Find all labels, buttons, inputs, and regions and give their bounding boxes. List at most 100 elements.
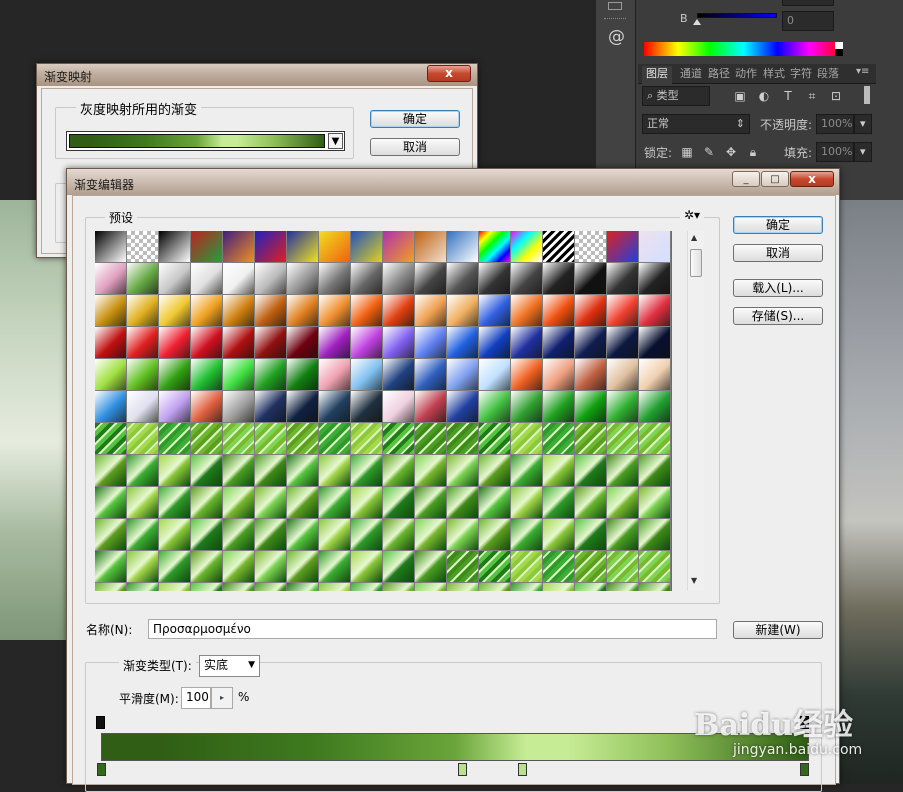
preset-swatch[interactable] [159, 391, 191, 423]
preset-swatch[interactable] [287, 327, 319, 359]
preset-swatch[interactable] [447, 263, 479, 295]
preset-swatch[interactable] [95, 423, 127, 455]
preset-swatch[interactable] [351, 263, 383, 295]
preset-swatch[interactable] [319, 231, 351, 263]
chevron-down-icon[interactable]: ▼ [328, 133, 343, 149]
preset-swatch[interactable] [543, 359, 575, 391]
gradient-map-cancel-button[interactable]: 取消 [370, 138, 460, 156]
preset-swatch[interactable] [255, 519, 287, 551]
preset-swatch[interactable] [95, 359, 127, 391]
preset-swatch[interactable] [287, 295, 319, 327]
preset-swatch[interactable] [319, 263, 351, 295]
preset-swatch[interactable] [223, 519, 255, 551]
smoothness-input[interactable]: 100 [181, 687, 211, 709]
preset-swatch[interactable] [543, 423, 575, 455]
preset-swatch[interactable] [575, 519, 607, 551]
preset-swatch[interactable] [479, 263, 511, 295]
gradient-editor-titlebar[interactable]: 渐变编辑器 _ □ x [67, 169, 839, 195]
preset-swatch[interactable] [319, 359, 351, 391]
scrollbar-thumb[interactable] [690, 249, 702, 277]
smoothness-dropdown-icon[interactable]: ▸ [211, 687, 233, 709]
gear-icon[interactable]: ✲▾ [680, 208, 705, 222]
preset-swatch[interactable] [543, 327, 575, 359]
white-swatch[interactable] [835, 42, 843, 49]
preset-swatch[interactable] [223, 231, 255, 263]
lock-transparent-icon[interactable]: ▦ [680, 145, 694, 159]
preset-swatch[interactable] [127, 583, 159, 591]
preset-swatch[interactable] [287, 519, 319, 551]
preset-swatch[interactable] [607, 455, 639, 487]
save-button[interactable]: 存储(S)... [733, 307, 823, 325]
preset-swatch[interactable] [447, 487, 479, 519]
preset-swatch[interactable] [191, 487, 223, 519]
preset-swatch[interactable] [479, 551, 511, 583]
preset-swatch[interactable] [447, 551, 479, 583]
slider-thumb[interactable] [693, 19, 701, 25]
tab-layers[interactable]: 图层 [642, 66, 672, 84]
preset-swatch[interactable] [255, 423, 287, 455]
preset-swatch[interactable] [319, 487, 351, 519]
preset-swatch[interactable] [511, 423, 543, 455]
preset-swatch[interactable] [607, 423, 639, 455]
preset-swatch[interactable] [575, 359, 607, 391]
preset-swatch[interactable] [447, 327, 479, 359]
preset-swatch[interactable] [159, 487, 191, 519]
preset-swatch[interactable] [383, 583, 415, 591]
color-stop-dark-left[interactable] [97, 763, 106, 776]
preset-swatch[interactable] [479, 423, 511, 455]
preset-swatch[interactable] [511, 295, 543, 327]
preset-swatch[interactable] [511, 551, 543, 583]
blend-mode-select[interactable]: 正常 ⇕ [642, 114, 750, 134]
preset-swatch[interactable] [287, 231, 319, 263]
preset-swatch[interactable] [415, 519, 447, 551]
tab-actions[interactable]: 动作 [735, 66, 757, 82]
preset-swatch[interactable] [415, 263, 447, 295]
preset-swatch[interactable] [415, 231, 447, 263]
preset-swatch[interactable] [223, 423, 255, 455]
color-stop-light-2[interactable] [518, 763, 527, 776]
preset-swatch[interactable] [607, 327, 639, 359]
preset-swatch[interactable] [383, 231, 415, 263]
preset-swatch[interactable] [511, 327, 543, 359]
preset-swatch[interactable] [287, 551, 319, 583]
layer-kind-filter[interactable]: ⌕ 类型 [642, 86, 710, 106]
preset-swatch[interactable] [191, 359, 223, 391]
preset-swatch[interactable] [575, 423, 607, 455]
preset-swatch[interactable] [223, 391, 255, 423]
preset-swatch[interactable] [191, 391, 223, 423]
preset-swatch[interactable] [351, 583, 383, 591]
preset-swatch[interactable] [479, 327, 511, 359]
preset-swatch[interactable] [543, 583, 575, 591]
preset-swatch[interactable] [607, 551, 639, 583]
b-channel-slider[interactable] [697, 13, 777, 18]
preset-swatch[interactable] [383, 263, 415, 295]
preset-swatch[interactable] [575, 295, 607, 327]
new-button[interactable]: 新建(W) [733, 621, 823, 639]
preset-swatch[interactable] [575, 327, 607, 359]
preset-swatch[interactable] [639, 359, 671, 391]
preset-swatch[interactable] [127, 263, 159, 295]
preset-swatch[interactable] [255, 327, 287, 359]
preset-swatch[interactable] [127, 359, 159, 391]
preset-swatch[interactable] [447, 423, 479, 455]
preset-swatch[interactable] [95, 295, 127, 327]
close-button[interactable]: x [790, 171, 834, 187]
image-filter-icon[interactable]: ▣ [733, 89, 747, 103]
preset-swatch[interactable] [287, 359, 319, 391]
preset-swatch[interactable] [159, 519, 191, 551]
preset-swatch[interactable] [127, 231, 159, 263]
preset-swatch[interactable] [575, 487, 607, 519]
preset-swatch[interactable] [191, 327, 223, 359]
opacity-field[interactable]: 100% [816, 114, 854, 134]
preset-swatch[interactable] [351, 231, 383, 263]
preset-swatch[interactable] [95, 519, 127, 551]
preset-swatch[interactable] [191, 551, 223, 583]
filter-toggle[interactable] [864, 86, 870, 104]
preset-swatch[interactable] [191, 295, 223, 327]
preset-swatch[interactable] [415, 583, 447, 591]
spiral-icon[interactable]: @ [608, 29, 625, 46]
preset-swatch[interactable] [287, 583, 319, 591]
preset-swatch[interactable] [479, 455, 511, 487]
preset-swatch[interactable] [255, 487, 287, 519]
preset-swatch[interactable] [223, 327, 255, 359]
